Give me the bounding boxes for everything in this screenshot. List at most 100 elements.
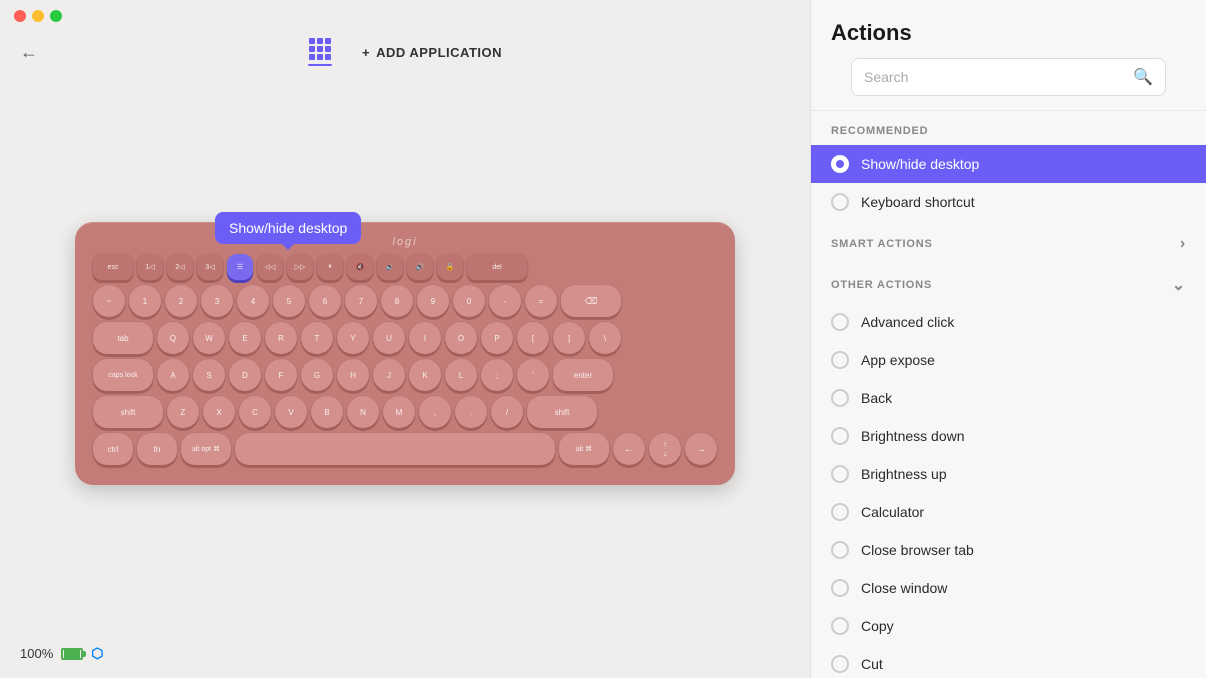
- key-lalt[interactable]: alt opt ⌘: [181, 433, 231, 465]
- action-brightness-up[interactable]: Brightness up: [811, 455, 1206, 493]
- key-o[interactable]: O: [445, 322, 477, 354]
- key-space[interactable]: [235, 433, 555, 465]
- key-v[interactable]: V: [275, 396, 307, 428]
- key-equals[interactable]: =: [525, 285, 557, 317]
- radio-close-window: [831, 579, 849, 597]
- key-a[interactable]: A: [157, 359, 189, 391]
- key-6[interactable]: 6: [309, 285, 341, 317]
- key-7[interactable]: 7: [345, 285, 377, 317]
- key-up-down[interactable]: ↑↓: [649, 433, 681, 465]
- key-comma[interactable]: ,: [419, 396, 451, 428]
- key-2[interactable]: 2: [165, 285, 197, 317]
- key-i[interactable]: I: [409, 322, 441, 354]
- key-f4[interactable]: ☰: [227, 254, 253, 280]
- key-ralt[interactable]: alt ⌘: [559, 433, 609, 465]
- action-calculator[interactable]: Calculator: [811, 493, 1206, 531]
- key-rshift[interactable]: shift: [527, 396, 597, 428]
- key-ctrl[interactable]: ctrl: [93, 433, 133, 465]
- action-show-hide-desktop[interactable]: Show/hide desktop: [811, 145, 1206, 183]
- key-9[interactable]: 9: [417, 285, 449, 317]
- key-minus[interactable]: -: [489, 285, 521, 317]
- key-f2[interactable]: 2◁: [167, 254, 193, 280]
- key-4[interactable]: 4: [237, 285, 269, 317]
- key-8[interactable]: 8: [381, 285, 413, 317]
- key-right[interactable]: →: [685, 433, 717, 465]
- key-k[interactable]: K: [409, 359, 441, 391]
- key-g[interactable]: G: [301, 359, 333, 391]
- dot-red[interactable]: [14, 10, 26, 22]
- key-rbracket[interactable]: ]: [553, 322, 585, 354]
- key-s[interactable]: S: [193, 359, 225, 391]
- key-backtick[interactable]: ~: [93, 285, 125, 317]
- key-f3[interactable]: 3◁: [197, 254, 223, 280]
- apps-icon[interactable]: [308, 38, 332, 66]
- key-f6[interactable]: ▷▷: [287, 254, 313, 280]
- key-n[interactable]: N: [347, 396, 379, 428]
- key-backspace[interactable]: ⌫: [561, 285, 621, 317]
- key-f5[interactable]: ◁◁: [257, 254, 283, 280]
- action-cut[interactable]: Cut: [811, 645, 1206, 678]
- key-left[interactable]: ←: [613, 433, 645, 465]
- action-brightness-down[interactable]: Brightness down: [811, 417, 1206, 455]
- key-del[interactable]: del: [467, 254, 527, 280]
- action-label-advanced-click: Advanced click: [861, 314, 954, 330]
- key-z[interactable]: Z: [167, 396, 199, 428]
- add-application-button[interactable]: + ADD APPLICATION: [362, 45, 502, 60]
- key-f8[interactable]: 🔇: [347, 254, 373, 280]
- key-w[interactable]: W: [193, 322, 225, 354]
- action-close-browser-tab[interactable]: Close browser tab: [811, 531, 1206, 569]
- key-j[interactable]: J: [373, 359, 405, 391]
- key-quote[interactable]: ': [517, 359, 549, 391]
- key-esc[interactable]: esc: [93, 254, 133, 280]
- key-e[interactable]: E: [229, 322, 261, 354]
- key-0[interactable]: 0: [453, 285, 485, 317]
- key-b[interactable]: B: [311, 396, 343, 428]
- key-t[interactable]: T: [301, 322, 333, 354]
- key-lbracket[interactable]: [: [517, 322, 549, 354]
- section-recommended[interactable]: RECOMMENDED: [811, 111, 1206, 145]
- key-x[interactable]: X: [203, 396, 235, 428]
- key-p[interactable]: P: [481, 322, 513, 354]
- action-app-expose[interactable]: App expose: [811, 341, 1206, 379]
- key-f1[interactable]: 1◁: [137, 254, 163, 280]
- action-back[interactable]: Back: [811, 379, 1206, 417]
- key-tab[interactable]: tab: [93, 322, 153, 354]
- dot-yellow[interactable]: [32, 10, 44, 22]
- key-f9[interactable]: 🔉: [377, 254, 403, 280]
- key-q[interactable]: Q: [157, 322, 189, 354]
- key-backslash[interactable]: \: [589, 322, 621, 354]
- key-c[interactable]: C: [239, 396, 271, 428]
- search-input[interactable]: [864, 69, 1133, 85]
- key-lshift[interactable]: shift: [93, 396, 163, 428]
- key-f11[interactable]: 🔒: [437, 254, 463, 280]
- section-smart-actions[interactable]: SMART ACTIONS ›: [811, 221, 1206, 261]
- key-d[interactable]: D: [229, 359, 261, 391]
- key-u[interactable]: U: [373, 322, 405, 354]
- key-5[interactable]: 5: [273, 285, 305, 317]
- dot-green[interactable]: [50, 10, 62, 22]
- key-3[interactable]: 3: [201, 285, 233, 317]
- key-period[interactable]: .: [455, 396, 487, 428]
- action-keyboard-shortcut[interactable]: Keyboard shortcut: [811, 183, 1206, 221]
- key-f[interactable]: F: [265, 359, 297, 391]
- key-m[interactable]: M: [383, 396, 415, 428]
- key-f10[interactable]: 🔊: [407, 254, 433, 280]
- section-other-actions[interactable]: OTHER ACTIONS ⌄: [811, 261, 1206, 303]
- key-y[interactable]: Y: [337, 322, 369, 354]
- key-f7[interactable]: ⏸: [317, 254, 343, 280]
- key-h[interactable]: H: [337, 359, 369, 391]
- back-button[interactable]: ←: [20, 42, 38, 63]
- key-l[interactable]: L: [445, 359, 477, 391]
- key-semicolon[interactable]: ;: [481, 359, 513, 391]
- key-r[interactable]: R: [265, 322, 297, 354]
- key-fn[interactable]: fn: [137, 433, 177, 465]
- key-caps[interactable]: caps lock: [93, 359, 153, 391]
- search-button[interactable]: 🔍: [1133, 67, 1153, 87]
- action-label-brightness-up: Brightness up: [861, 466, 947, 482]
- key-enter[interactable]: enter: [553, 359, 613, 391]
- action-close-window[interactable]: Close window: [811, 569, 1206, 607]
- key-slash[interactable]: /: [491, 396, 523, 428]
- action-copy[interactable]: Copy: [811, 607, 1206, 645]
- action-advanced-click[interactable]: Advanced click: [811, 303, 1206, 341]
- key-1[interactable]: 1: [129, 285, 161, 317]
